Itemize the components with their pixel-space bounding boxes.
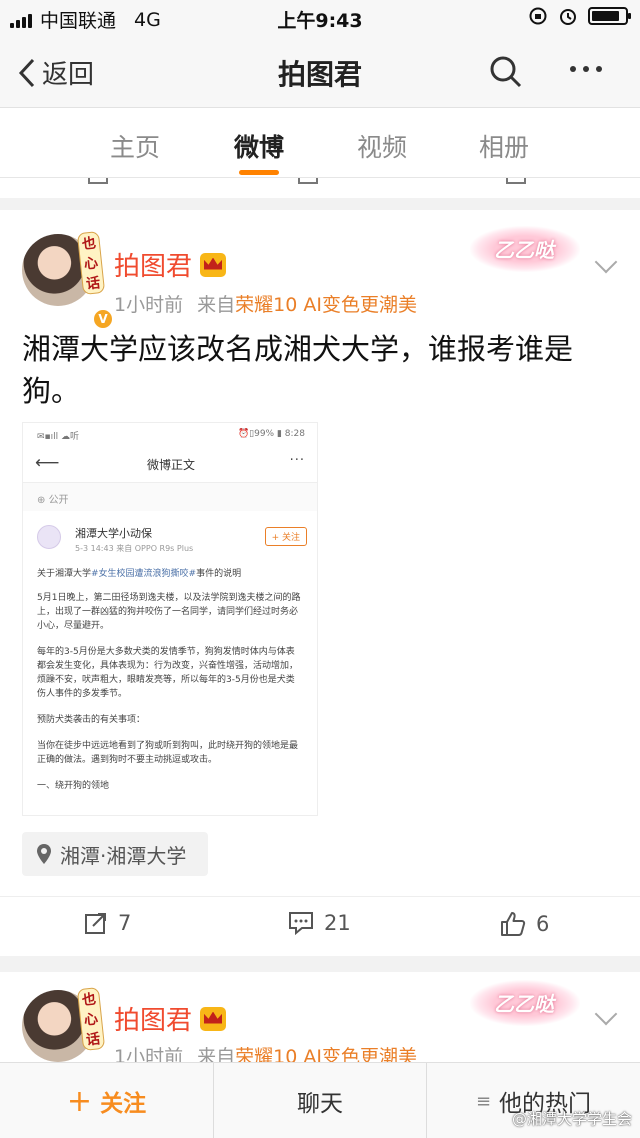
repost-icon [85,913,106,934]
author-label: 拍图君 [114,252,193,282]
search-button[interactable] [488,54,524,94]
profile-tabs: 主页 微博 视频 相册 [0,108,640,178]
post-actions: 7 21 6 [0,896,640,956]
search-icon [490,56,522,88]
avatar-sticker: 也心话 [76,231,106,295]
image-account-name: 湘潭大学小动保 [75,527,152,540]
chat-button[interactable]: 聊天 [213,1063,427,1138]
page-title: 拍图君 [277,58,362,91]
chevron-down-icon[interactable] [594,250,618,274]
image-paragraph: 一、绕开狗的领地 [37,781,110,791]
image-nav: ⟵ 微博正文 ··· [23,445,317,483]
tab-album[interactable]: 相册 [464,128,544,164]
list-icon: ≡ [475,1090,492,1112]
post-source[interactable]: 荣耀10 AI变色更潮美 [235,294,417,316]
image-paragraph: 预防犬类袭击的有关事项： [37,715,146,725]
image-paragraph: 当你在徒步中远远地看到了狗或听到狗叫，此时绕开狗的领地是最正确的做法。遇到狗时不… [37,741,299,765]
image-status-bar: ✉▪ıll ☁听 ⏰▯99% ▮ 8:28 [23,423,317,445]
battery-level [592,11,620,21]
image-paragraph: 每年的3-5月份是大多数犬类的发情季节，狗狗发情时体内与体表都会发生变化，具体表… [37,647,299,699]
comment-button[interactable]: 21 [288,911,351,935]
image-post-time: 5-3 14:43 来自 OPPO R9s Plus [75,544,194,553]
comment-icon [289,912,313,935]
image-status-left: ✉▪ıll ☁听 [37,432,80,442]
post-text: 湘潭大学应该改名成湘犬大学，谁报考谁是狗。 [22,332,574,408]
like-count: 6 [536,912,550,936]
author-name[interactable]: 拍图君 [114,246,227,283]
crown-icon [200,252,227,277]
image-paragraph: 5月1日晚上，第二田径场到逸夫楼，以及法学院到逸夫楼之间的路上，出现了一群凶猛的… [37,593,301,631]
image-follow-button: + 关注 [264,527,307,546]
image-title: 微博正文 [146,458,195,472]
post-time: 1小时前 [114,294,184,316]
repost-count: 7 [118,911,132,935]
follow-label: 关注 [100,1091,147,1117]
nav-bar: 返回 拍图君 [0,36,640,108]
avatar[interactable]: 也心话 V [22,987,114,1086]
alarm-icon [560,9,576,25]
avatar[interactable]: 也心话 V [22,231,114,330]
chevron-down-icon[interactable] [594,1002,618,1026]
image-visibility: ⊕ 公开 [23,483,317,511]
source-prefix: 来自 [197,294,236,316]
post-image[interactable]: ✉▪ıll ☁听 ⏰▯99% ▮ 8:28 ⟵ 微博正文 ··· ⊕ 公开 湘潭… [22,422,318,816]
watermark: @湘潭大学学生会 [511,1110,632,1128]
battery-icon [588,7,631,25]
image-more-icon: ··· [289,453,305,468]
image-author: 湘潭大学小动保 5-3 14:43 来自 OPPO R9s Plus + 关注 [23,511,317,563]
status-right [528,6,631,26]
crown-icon [200,1006,227,1031]
image-visibility-label: 公开 [48,495,69,506]
image-body: 关于湘潭大学#女生校园遭流浪狗撕咬#事件的说明 5月1日晚上，第二田径场到逸夫楼… [23,563,317,793]
comment-count: 21 [324,911,351,935]
decor-text: 乙乙哒 [494,992,554,1016]
tab-video[interactable]: 视频 [342,128,422,164]
more-icon[interactable] [570,66,602,72]
card-decoration: 乙乙哒 [470,226,580,272]
verified-icon: V [92,308,114,330]
location-label: 湘潭·湘潭大学 [60,843,187,868]
author-name[interactable]: 拍图君 [114,1000,227,1037]
tab-home[interactable]: 主页 [95,128,175,164]
active-tab-indicator [239,170,279,175]
image-intro-prefix: 关于湘潭大学 [37,569,92,579]
post-meta: 1小时前 来自荣耀10 AI变色更潮美 [114,290,417,317]
rotation-lock-icon [529,7,547,25]
post-card[interactable]: 也心话 V 拍图君 1小时前 来自荣耀10 AI变色更潮美 乙乙哒 湘潭大学应该… [0,210,640,956]
image-hashtag: #女生校园遭流浪狗撕咬# [91,569,197,579]
previous-post-actions [0,178,640,198]
repost-button[interactable]: 7 [84,911,131,935]
follow-button[interactable]: + 关注 [0,1063,213,1138]
location-pin-icon [37,844,51,864]
thumbs-up-icon [501,912,526,936]
location-tag[interactable]: 湘潭·湘潭大学 [22,832,208,876]
decor-text: 乙乙哒 [494,238,554,262]
like-button[interactable]: 6 [500,911,549,937]
plus-icon: + [66,1083,93,1119]
chat-label: 聊天 [297,1091,343,1117]
author-label: 拍图君 [114,1006,193,1036]
image-intro-suffix: 事件的说明 [196,569,242,579]
card-decoration: 乙乙哒 [470,980,580,1026]
tab-weibo[interactable]: 微博 [219,128,299,164]
avatar-sticker: 也心话 [76,987,106,1051]
image-status-right: ⏰▯99% ▮ 8:28 [237,429,305,439]
image-account-logo [37,525,61,549]
status-bar: 中国联通 4G 上午9:43 [0,0,640,36]
